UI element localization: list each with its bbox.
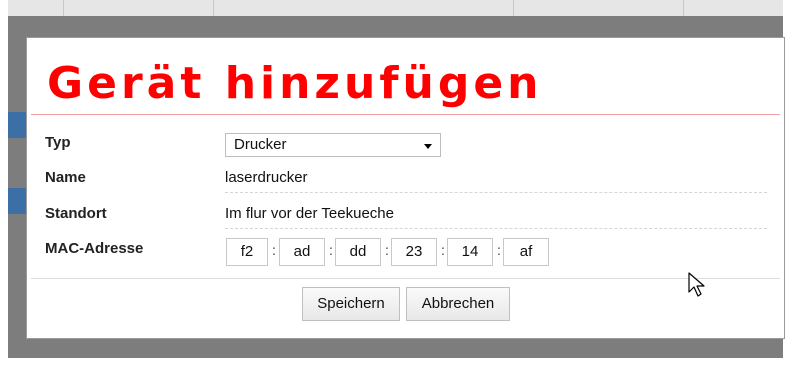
mac-separator: :: [272, 242, 276, 258]
mouse-pointer-icon: [688, 272, 705, 297]
title-divider: [31, 114, 780, 115]
name-field[interactable]: laserdrucker: [225, 167, 308, 189]
standort-field[interactable]: Im flur vor der Teekueche: [225, 203, 394, 225]
standort-label: Standort: [45, 205, 107, 222]
mac-octet-4-input[interactable]: 23: [391, 238, 437, 266]
mac-separator: :: [441, 242, 445, 258]
mac-octet-3-input[interactable]: dd: [335, 238, 381, 266]
name-label: Name: [45, 169, 86, 186]
mac-label: MAC-Adresse: [45, 240, 144, 257]
save-button[interactable]: Speichern: [302, 287, 400, 321]
row-mac: MAC-Adresse f2 : ad : dd : 23 : 14 : af: [45, 238, 767, 268]
chevron-down-icon: [424, 144, 432, 149]
cancel-button[interactable]: Abbrechen: [406, 287, 510, 321]
add-device-dialog: Gerät hinzufügen Typ Drucker Name laserd…: [26, 37, 785, 339]
mac-separator: :: [497, 242, 501, 258]
name-divider: [225, 192, 767, 193]
mac-octet-2-input[interactable]: ad: [279, 238, 325, 266]
mac-octet-5-input[interactable]: 14: [447, 238, 493, 266]
typ-selected-value: Drucker: [234, 136, 287, 153]
typ-label: Typ: [45, 134, 71, 151]
mac-octet-6-input[interactable]: af: [503, 238, 549, 266]
row-name: Name laserdrucker: [45, 167, 767, 197]
dialog-title: Gerät hinzufügen: [47, 58, 543, 109]
screen: Gerät hinzufügen Typ Drucker Name laserd…: [0, 0, 799, 365]
button-divider: [31, 278, 780, 279]
standort-divider: [225, 228, 767, 229]
mac-separator: :: [329, 242, 333, 258]
typ-select[interactable]: Drucker: [225, 133, 441, 157]
row-standort: Standort Im flur vor der Teekueche: [45, 203, 767, 233]
mac-separator: :: [385, 242, 389, 258]
row-typ: Typ Drucker: [45, 132, 767, 162]
mac-octet-1-input[interactable]: f2: [226, 238, 268, 266]
